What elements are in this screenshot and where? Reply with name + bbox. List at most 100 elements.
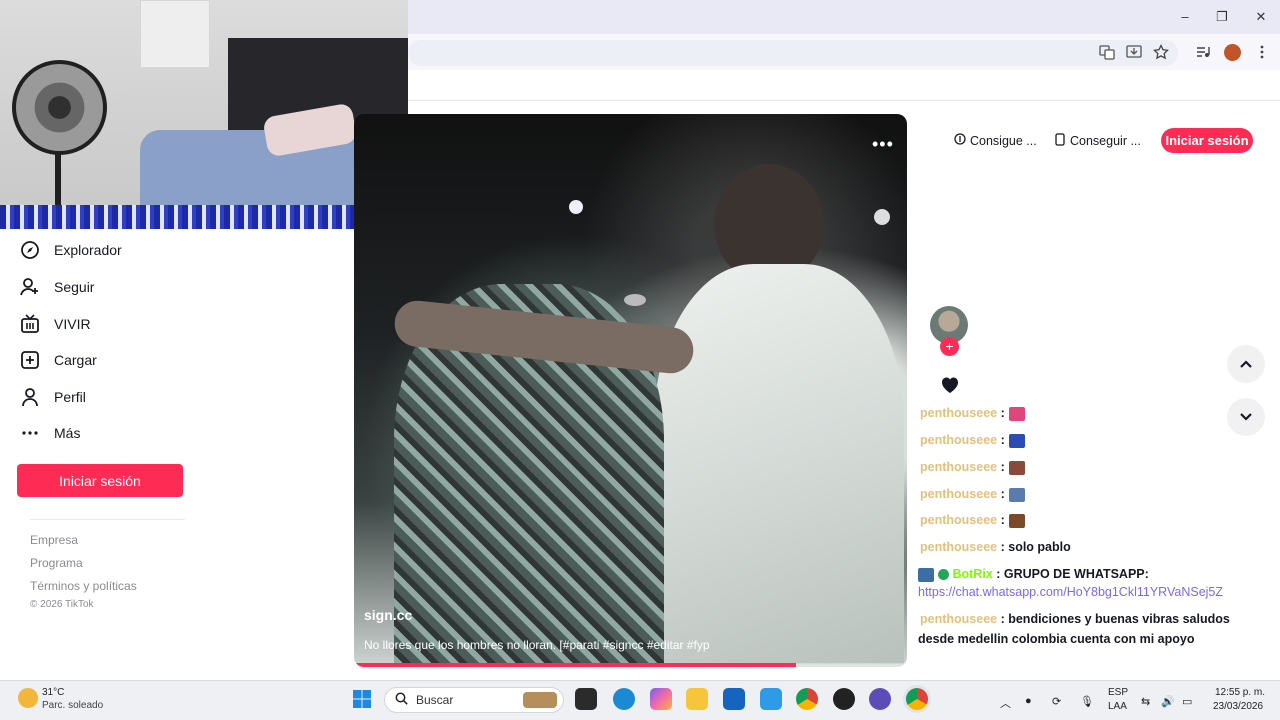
video-author[interactable]: sign.cc — [364, 607, 412, 623]
tray-sync-icon[interactable]: ⟳ — [1052, 695, 1061, 708]
store-icon[interactable] — [723, 688, 745, 710]
notepad-icon[interactable] — [760, 688, 782, 710]
upload-plus-icon — [18, 348, 42, 372]
webcam-glitch-strip — [0, 205, 408, 229]
video-light — [569, 200, 583, 214]
sidebar-item-label: Perfil — [54, 389, 86, 405]
sidebar-item-label: VIVIR — [54, 316, 91, 332]
header-login-button[interactable]: Iniciar sesión — [1161, 128, 1253, 153]
compass-icon — [18, 238, 42, 262]
like-heart-icon[interactable] — [934, 376, 966, 404]
verified-icon — [938, 569, 949, 581]
obs-icon[interactable] — [833, 688, 855, 710]
video-light — [874, 209, 890, 225]
video-person-white-shirt — [654, 264, 904, 664]
sidebar-item-more[interactable]: Más — [18, 418, 238, 448]
emote-icon — [1008, 433, 1025, 448]
next-video-button[interactable] — [1227, 398, 1265, 436]
tray-app-icon[interactable]: ● — [1025, 695, 1032, 707]
sidebar-item-label: Más — [54, 425, 81, 441]
profile-icon — [18, 385, 42, 409]
webcam-fan-stand — [55, 150, 61, 210]
get-app-label: Conseguir ... — [1070, 133, 1141, 148]
file-explorer-icon[interactable] — [686, 688, 708, 710]
emote-icon — [1008, 487, 1025, 502]
weather-desc[interactable]: Parc. soleado — [42, 700, 103, 711]
install-app-icon[interactable] — [1124, 44, 1144, 62]
chat-bot-message: BotRix : GRUPO DE WHATSAPP: — [918, 567, 1149, 582]
chat-app-icon[interactable] — [869, 688, 891, 710]
sidebar-item-profile[interactable]: Perfil — [18, 382, 238, 412]
previous-video-button[interactable] — [1227, 345, 1265, 383]
search-highlight-icon — [523, 692, 557, 708]
language-layout[interactable]: LAA — [1108, 701, 1127, 712]
chat-message: penthouseee : bendiciones y buenas vibra… — [920, 612, 1230, 626]
footer-link-program[interactable]: Programa — [30, 556, 83, 570]
get-coins-label: Consigue ... — [970, 133, 1037, 148]
task-view-icon[interactable] — [575, 688, 597, 710]
video-progress-fill — [354, 663, 797, 667]
video-progress-bar[interactable] — [354, 663, 907, 667]
sidebar-item-upload[interactable]: Cargar — [18, 345, 238, 375]
chrome-active-icon[interactable] — [906, 688, 928, 710]
sidebar-divider — [30, 519, 185, 520]
chat-message: penthouseee : solo pablo — [920, 540, 1071, 554]
chat-message: penthouseee : — [920, 406, 1025, 421]
chat-message: penthouseee : — [920, 433, 1025, 448]
coin-icon — [954, 133, 966, 148]
weather-temp[interactable]: 31°C — [42, 687, 64, 698]
clock-date[interactable]: 23/03/2026 — [1213, 701, 1263, 712]
bookmark-star-icon[interactable] — [1151, 43, 1171, 62]
menu-icon[interactable] — [1252, 44, 1272, 62]
battery-icon[interactable]: ▭ — [1182, 695, 1192, 708]
whatsapp-link[interactable]: https://chat.whatsapp.com/HoY8bg1Ckl11YR… — [918, 585, 1223, 599]
emote-icon — [1008, 460, 1025, 475]
get-coins-button[interactable]: Consigue ... — [954, 128, 1038, 153]
chat-message: penthouseee : — [920, 487, 1025, 502]
profile-avatar[interactable] — [1224, 44, 1241, 61]
footer-link-company[interactable]: Empresa — [30, 533, 78, 547]
sidebar-item-label: Cargar — [54, 352, 97, 368]
sidebar-item-follow[interactable]: Seguir — [18, 272, 238, 302]
minimize-button[interactable]: – — [1175, 8, 1195, 26]
sidebar-item-label: Explorador — [54, 242, 122, 258]
follow-user-icon — [18, 275, 42, 299]
sidebar-login-button[interactable]: Iniciar sesión — [17, 464, 183, 497]
microphone-icon[interactable]: 🎙 — [1080, 695, 1094, 708]
address-field[interactable] — [408, 40, 1178, 66]
edge-icon[interactable] — [613, 688, 635, 710]
chevron-up-icon — [1240, 360, 1252, 368]
search-icon — [395, 692, 408, 708]
chrome-icon[interactable] — [796, 688, 818, 710]
weather-sun-icon[interactable] — [18, 688, 38, 708]
language-indicator[interactable]: ESP — [1108, 687, 1128, 698]
video-player[interactable]: ••• sign.cc No llores que los hombres no… — [354, 114, 907, 667]
media-control-icon[interactable] — [1193, 44, 1213, 62]
webcam-overlay — [0, 0, 408, 229]
phone-icon — [1055, 132, 1065, 149]
network-icon[interactable]: ⇆ — [1141, 695, 1150, 708]
more-dots-icon — [18, 421, 42, 445]
sidebar-item-live[interactable]: VIVIR — [18, 309, 238, 339]
search-placeholder: Buscar — [416, 693, 454, 707]
chat-message: penthouseee : — [920, 460, 1025, 475]
live-tv-icon — [18, 312, 42, 336]
video-caption: No llores que los hombres no lloran. [#p… — [364, 638, 710, 652]
tray-overflow-icon[interactable]: ︿ — [1000, 695, 1011, 711]
get-app-button[interactable]: Conseguir ... — [1055, 128, 1143, 153]
sidebar-item-explorer[interactable]: Explorador — [18, 235, 238, 265]
chat-message-continuation: desde medellin colombia cuenta con mi ap… — [918, 632, 1195, 646]
footer-copyright: © 2026 TikTok — [30, 599, 94, 610]
close-window-button[interactable]: ✕ — [1251, 8, 1271, 26]
taskbar-search[interactable]: Buscar — [384, 687, 564, 713]
windows-start-icon[interactable] — [352, 689, 372, 709]
translate-icon[interactable] — [1097, 44, 1117, 62]
clock-time[interactable]: 12:55 p. m. — [1215, 687, 1265, 698]
restore-button[interactable]: ❐ — [1212, 8, 1232, 26]
video-light — [624, 294, 646, 306]
follow-plus-button[interactable]: + — [940, 337, 959, 356]
footer-link-terms[interactable]: Términos y políticas — [30, 579, 137, 593]
copilot-icon[interactable] — [650, 688, 672, 710]
volume-icon[interactable]: 🔊 — [1161, 695, 1175, 708]
video-more-options-button[interactable]: ••• — [872, 134, 894, 155]
